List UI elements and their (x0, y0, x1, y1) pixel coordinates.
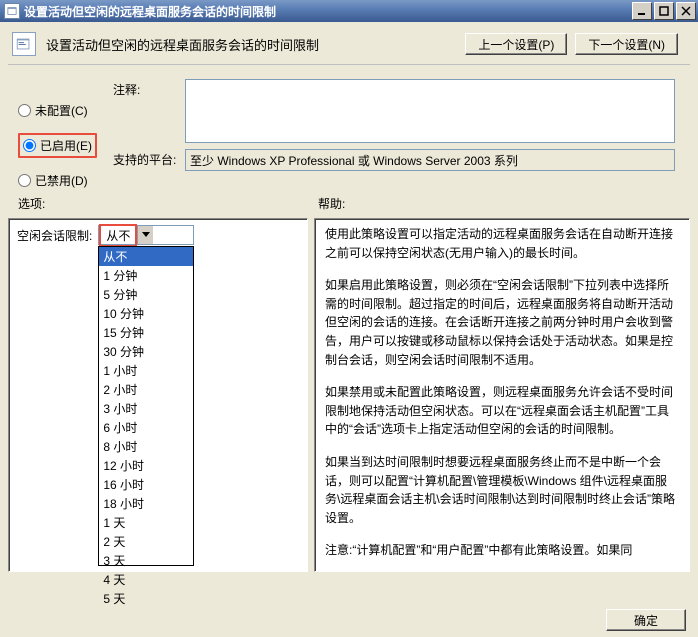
dropdown-option[interactable]: 从不 (99, 247, 193, 266)
radio-not-configured-label: 未配置(C) (35, 102, 88, 119)
help-paragraph: 如果当到达时间限制时想要远程桌面服务终止而不是中断一个会话，则可以配置“计算机配… (325, 453, 675, 527)
dropdown-option[interactable]: 5 分钟 (99, 285, 193, 304)
window-title: 设置活动但空闲的远程桌面服务会话的时间限制 (24, 3, 276, 20)
radio-enabled[interactable]: 已启用(E) (23, 137, 92, 154)
help-paragraph: 如果禁用或未配置此策略设置，则远程桌面服务允许会话不受时间限制地保持活动但空闲状… (325, 383, 675, 439)
chevron-down-icon[interactable] (137, 226, 153, 244)
dropdown-option[interactable]: 1 分钟 (99, 266, 193, 285)
comment-label: 注释: (113, 79, 185, 98)
help-label: 帮助: (318, 195, 345, 212)
radio-not-configured[interactable]: 未配置(C) (18, 102, 98, 119)
radio-disabled[interactable]: 已禁用(D) (18, 172, 98, 189)
header: 设置活动但空闲的远程桌面服务会话的时间限制 上一个设置(P) 下一个设置(N) (8, 22, 690, 65)
options-panel: 空闲会话限制: 从不 从不1 分钟5 分钟10 分钟15 分钟30 分钟1 小时… (8, 218, 308, 572)
close-button[interactable] (676, 2, 696, 20)
dropdown-option[interactable]: 3 天 (99, 551, 193, 570)
title-bar: 设置活动但空闲的远程桌面服务会话的时间限制 (0, 0, 698, 22)
maximize-button[interactable] (654, 2, 674, 20)
supported-label: 支持的平台: (113, 149, 185, 168)
dropdown-option[interactable]: 1 天 (99, 513, 193, 532)
help-paragraph: 使用此策略设置可以指定活动的远程桌面服务会话在自动断开连接之前可以保持空闲状态(… (325, 225, 675, 262)
minimize-button[interactable] (632, 2, 652, 20)
dropdown-option[interactable]: 6 小时 (99, 418, 193, 437)
idle-limit-label: 空闲会话限制: (17, 227, 92, 244)
window-icon (4, 3, 20, 19)
dropdown-option[interactable]: 18 小时 (99, 494, 193, 513)
dropdown-option[interactable]: 16 小时 (99, 475, 193, 494)
ok-button[interactable]: 确定 (606, 609, 686, 631)
dropdown-option[interactable]: 2 小时 (99, 380, 193, 399)
radio-disabled-label: 已禁用(D) (35, 172, 88, 189)
policy-icon (12, 32, 36, 56)
enabled-highlight: 已启用(E) (18, 133, 97, 158)
next-setting-button[interactable]: 下一个设置(N) (575, 33, 678, 55)
prev-setting-button[interactable]: 上一个设置(P) (465, 33, 567, 55)
help-panel: 使用此策略设置可以指定活动的远程桌面服务会话在自动断开连接之前可以保持空闲状态(… (314, 218, 690, 572)
header-title: 设置活动但空闲的远程桌面服务会话的时间限制 (46, 35, 455, 54)
dropdown-option[interactable]: 12 小时 (99, 456, 193, 475)
radio-enabled-label: 已启用(E) (40, 137, 92, 154)
dropdown-option[interactable]: 5 天 (99, 589, 193, 608)
idle-limit-dropdown[interactable]: 从不1 分钟5 分钟10 分钟15 分钟30 分钟1 小时2 小时3 小时6 小… (98, 246, 194, 566)
dropdown-option[interactable]: 1 小时 (99, 361, 193, 380)
dropdown-option[interactable]: 2 天 (99, 532, 193, 551)
combo-selected-text: 从不 (102, 229, 134, 243)
dropdown-option[interactable]: 8 小时 (99, 437, 193, 456)
help-paragraph: 如果启用此策略设置，则必须在“空闲会话限制”下拉列表中选择所需的时间限制。超过指… (325, 276, 675, 369)
help-paragraph: 注意:“计算机配置”和“用户配置”中都有此策略设置。如果同 (325, 541, 675, 560)
dropdown-option[interactable]: 3 小时 (99, 399, 193, 418)
dropdown-option[interactable]: 10 分钟 (99, 304, 193, 323)
dropdown-option[interactable]: 30 分钟 (99, 342, 193, 361)
idle-limit-combo[interactable]: 从不 从不1 分钟5 分钟10 分钟15 分钟30 分钟1 小时2 小时3 小时… (98, 225, 194, 245)
comment-textarea[interactable] (185, 79, 675, 143)
dropdown-option[interactable]: 15 分钟 (99, 323, 193, 342)
supported-value: 至少 Windows XP Professional 或 Windows Ser… (185, 149, 675, 171)
dropdown-option[interactable]: 4 天 (99, 570, 193, 589)
